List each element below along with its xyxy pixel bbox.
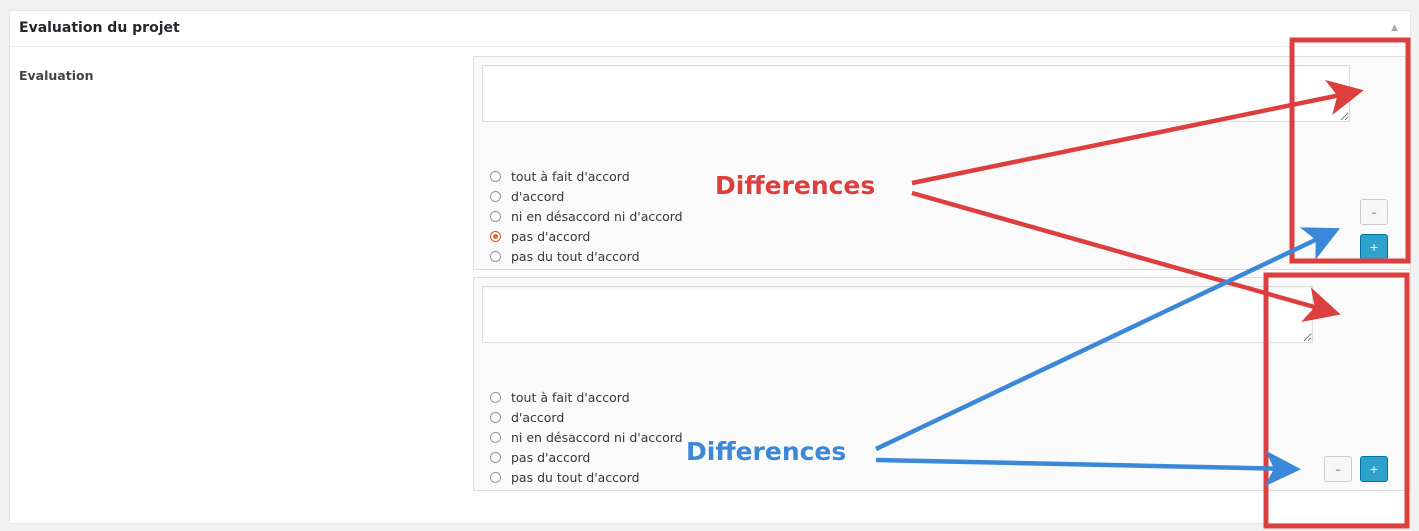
highlight-box-2 [1263,272,1410,529]
blue-arrow-2 [875,450,1301,487]
highlight-box-1 [1289,37,1411,264]
red-arrow-1 [911,79,1364,186]
red-arrow-2 [911,190,1341,322]
blue-annotation-label: Differences [686,437,847,466]
red-annotation-label: Differences [715,171,876,200]
